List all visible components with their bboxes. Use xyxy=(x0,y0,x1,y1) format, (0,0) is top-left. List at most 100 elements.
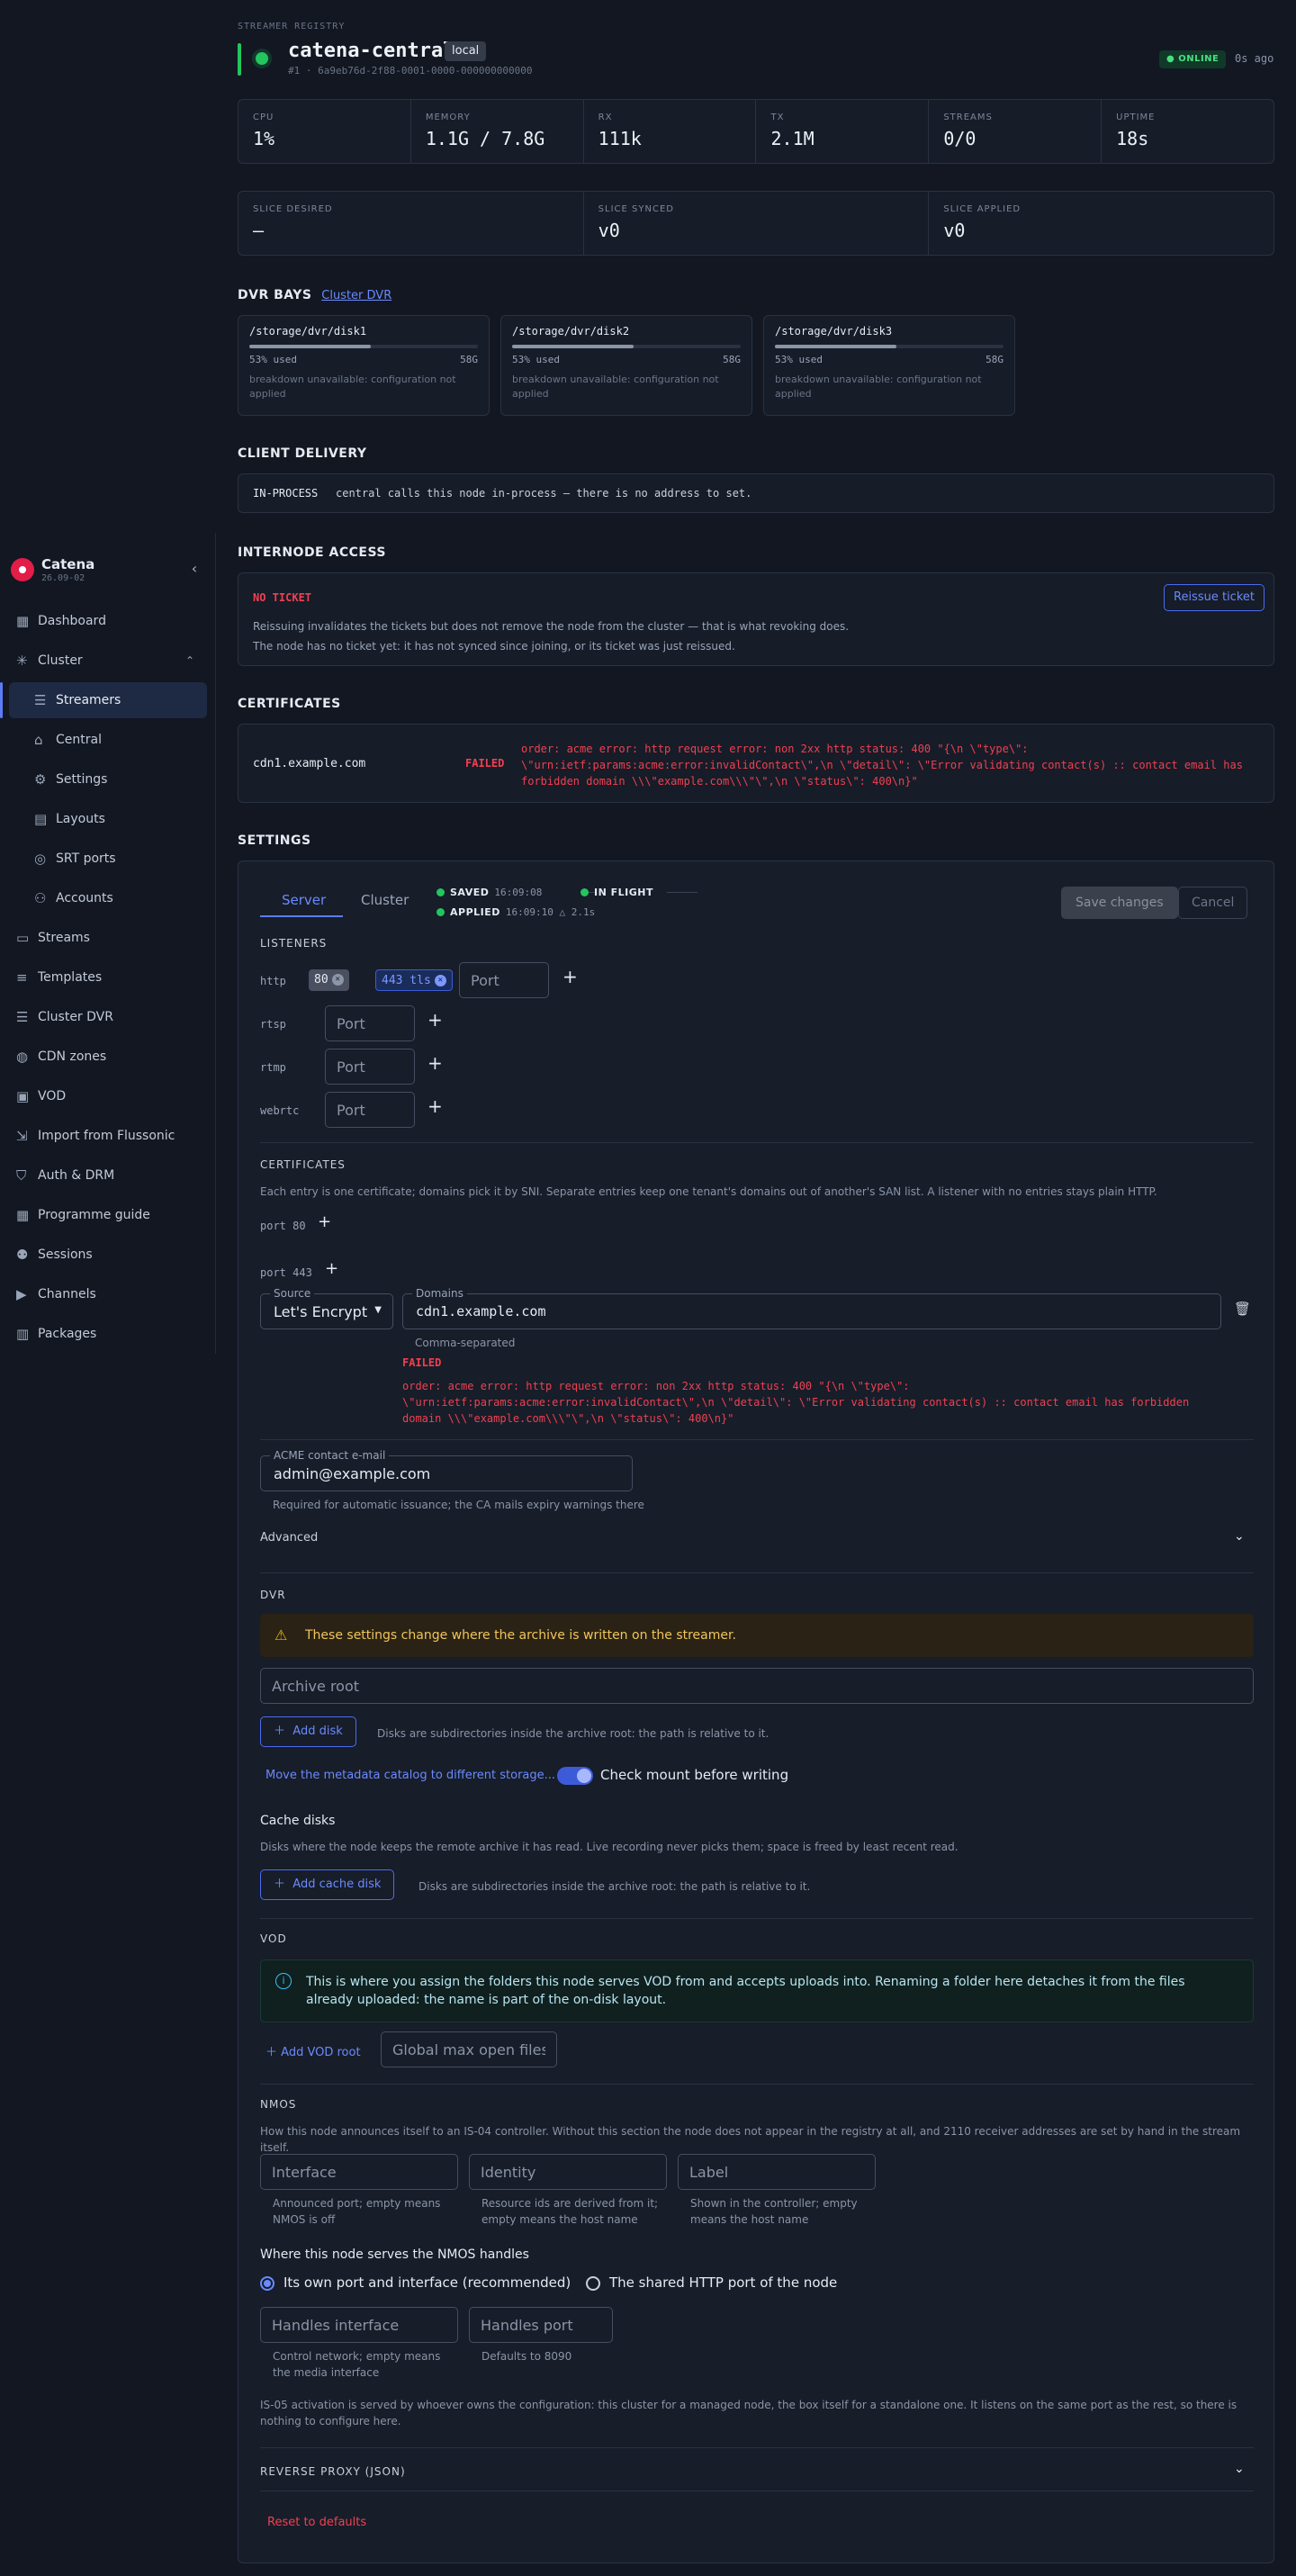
chevron-down-icon[interactable]: ⌄ xyxy=(1234,1529,1245,1544)
sidebar-item-cluster[interactable]: ✳ Cluster ⌃ xyxy=(9,643,207,679)
cache-disks-heading: Cache disks xyxy=(260,1814,336,1828)
sidebar-item-cluster-dvr[interactable]: ☰ Cluster DVR xyxy=(9,999,207,1035)
listener-label-rtmp: rtmp xyxy=(260,1061,286,1074)
listener-chip-tls[interactable]: 443 tls ✕ xyxy=(375,969,453,991)
tab-server[interactable]: Server xyxy=(282,892,326,908)
vod-info: i This is where you assign the folders t… xyxy=(260,1959,1254,2022)
move-catalog-link[interactable]: Move the metadata catalog to different s… xyxy=(266,1769,555,1782)
remove-chip-icon[interactable]: ✕ xyxy=(331,974,344,986)
dvr-disk-card: /storage/dvr/disk2 53% used 58G breakdown… xyxy=(500,315,752,416)
sidebar-item-channels[interactable]: ▶ Channels xyxy=(9,1276,207,1312)
add-rtmp-port-button[interactable]: + xyxy=(428,1052,443,1074)
sidebar-item-label: Dashboard xyxy=(38,614,106,628)
tab-cluster[interactable]: Cluster xyxy=(361,892,409,908)
sidebar-item-vod[interactable]: ▣ VOD xyxy=(9,1078,207,1114)
brand: Catena 26.09-02 ‹ xyxy=(9,549,205,589)
sidebar-item-label: Import from Flussonic xyxy=(38,1129,176,1143)
sidebar-item-templates[interactable]: ≡ Templates xyxy=(9,959,207,995)
stat-uptime: UPTIME 18s xyxy=(1116,113,1156,149)
sidebar-item-layouts[interactable]: ▤ Layouts xyxy=(9,801,207,837)
cancel-button[interactable]: Cancel xyxy=(1178,887,1248,919)
webrtc-port-input[interactable] xyxy=(325,1092,415,1128)
nmos-identity-input[interactable] xyxy=(469,2154,667,2190)
sidebar-item-import[interactable]: ⇲ Import from Flussonic xyxy=(9,1118,207,1154)
reset-defaults-button[interactable]: Reset to defaults xyxy=(267,2516,366,2529)
cert-domains-field[interactable]: Domains cdn1.example.com xyxy=(402,1287,1221,1329)
remove-chip-icon[interactable]: ✕ xyxy=(434,975,446,986)
acme-email-field[interactable]: ACME contact e-mail admin@example.com xyxy=(260,1449,633,1491)
sidebar-item-auth-drm[interactable]: ⛉ Auth & DRM xyxy=(9,1157,207,1193)
add-cert-port-443-button[interactable]: + xyxy=(325,1259,338,1278)
radio-own-port[interactable] xyxy=(260,2276,274,2291)
building-icon: ⌂ xyxy=(34,732,43,748)
radio-shared-port[interactable] xyxy=(586,2276,600,2291)
advanced-toggle[interactable]: Advanced xyxy=(260,1531,318,1545)
sidebar-item-label: Settings xyxy=(56,772,108,787)
add-cert-port-80-button[interactable]: + xyxy=(318,1212,331,1231)
add-vod-root-button[interactable]: ＋ Add VOD root xyxy=(266,2042,361,2059)
chevron-down-icon[interactable]: ⌄ xyxy=(1234,2462,1245,2476)
max-open-files-input[interactable] xyxy=(381,2031,557,2067)
archive-root-input[interactable] xyxy=(260,1668,1254,1704)
rtsp-port-input[interactable] xyxy=(325,1005,415,1041)
add-webrtc-port-button[interactable]: + xyxy=(428,1095,443,1117)
cache-help: Disks where the node keeps the remote ar… xyxy=(260,1841,958,1853)
slice-desired: SLICE DESIRED — xyxy=(238,192,584,255)
nmos-handles-heading: Where this node serves the NMOS handles xyxy=(260,2247,529,2262)
rtmp-port-input[interactable] xyxy=(325,1049,415,1085)
delivery-mode: IN-PROCESS xyxy=(253,487,319,500)
port-443-label: port 443 xyxy=(260,1266,312,1279)
trash-icon[interactable]: 🗑 xyxy=(1234,1301,1251,1317)
is05-note: IS-05 activation is served by whoever ow… xyxy=(260,2399,1238,2427)
sidebar-item-settings[interactable]: ⚙ Settings xyxy=(9,761,207,797)
sidebar-item-label: Layouts xyxy=(56,812,105,826)
sidebar-item-streams[interactable]: ▭ Streams xyxy=(9,920,207,956)
online-indicator xyxy=(256,52,268,65)
status-connector xyxy=(667,892,698,893)
listener-chip[interactable]: 80 ✕ xyxy=(309,969,349,991)
handles-interface-input[interactable] xyxy=(260,2307,458,2343)
cert-failed-label: FAILED xyxy=(402,1356,442,1369)
check-mount-toggle[interactable] xyxy=(557,1767,593,1785)
collapse-sidebar-button[interactable]: ‹ xyxy=(184,558,205,580)
save-changes-button[interactable]: Save changes xyxy=(1061,887,1178,919)
reissue-ticket-button[interactable]: Reissue ticket xyxy=(1164,584,1264,611)
sidebar-item-central[interactable]: ⌂ Central xyxy=(9,722,207,758)
handles-port-input[interactable] xyxy=(469,2307,613,2343)
sidebar-item-cdn-zones[interactable]: ◍ CDN zones xyxy=(9,1039,207,1075)
nmos-heading: NMOS xyxy=(260,2098,297,2111)
status-dot xyxy=(580,887,589,896)
sidebar-item-srt-ports[interactable]: ◎ SRT ports xyxy=(9,841,207,877)
sidebar-item-programme-guide[interactable]: ▦ Programme guide xyxy=(9,1197,207,1233)
stat-tx: TX 2.1M xyxy=(756,100,930,163)
saved-status: SAVED 16:09:08 xyxy=(436,885,542,899)
cluster-dvr-link[interactable]: Cluster DVR xyxy=(321,289,392,302)
settings-heading: SETTINGS xyxy=(238,833,311,848)
add-http-port-button[interactable]: + xyxy=(562,966,578,987)
http-port-input[interactable] xyxy=(459,962,549,998)
cert-source-select[interactable]: Source Let's Encrypt ▼ xyxy=(260,1287,393,1329)
chevron-left-icon: ‹ xyxy=(191,560,198,577)
sidebar-item-dashboard[interactable]: ▦ Dashboard xyxy=(9,603,207,639)
stats-grid: CPU 1% MEMORY 1.1G / 7.8G RX 111k TX 2.1M ST… xyxy=(238,99,1274,164)
status-badge: ● ONLINE xyxy=(1159,50,1227,68)
nmos-interface-input[interactable] xyxy=(260,2154,458,2190)
add-disk-button[interactable]: ＋ Add disk xyxy=(260,1716,356,1747)
dashboard-icon: ▦ xyxy=(16,613,30,629)
domains-help: Comma-separated xyxy=(415,1337,516,1349)
sidebar-item-accounts[interactable]: ⚇ Accounts xyxy=(9,880,207,916)
sidebar-item-label: Streams xyxy=(38,931,90,945)
sidebar-item-packages[interactable]: ▥ Packages xyxy=(9,1316,207,1352)
status-accent-bar xyxy=(238,43,241,76)
sidebar-item-streamers[interactable]: ☰ Streamers xyxy=(0,682,207,718)
sidebar-item-label: Channels xyxy=(38,1287,96,1302)
reverse-proxy-toggle[interactable]: REVERSE PROXY (JSON) xyxy=(260,2465,406,2478)
sidebar-item-sessions[interactable]: ⚉ Sessions xyxy=(9,1237,207,1273)
stack-icon: ☰ xyxy=(16,1009,29,1025)
internode-box: NO TICKET Reissue ticket Reissuing inval… xyxy=(238,572,1274,666)
add-cache-disk-button[interactable]: ＋ Add cache disk xyxy=(260,1869,395,1900)
add-rtsp-port-button[interactable]: + xyxy=(428,1009,443,1031)
info-icon: i xyxy=(275,1973,292,1989)
nmos-label-input[interactable] xyxy=(678,2154,876,2190)
settings-panel: Server Cluster SAVED 16:09:08 IN FLIGHT A… xyxy=(238,860,1274,2563)
